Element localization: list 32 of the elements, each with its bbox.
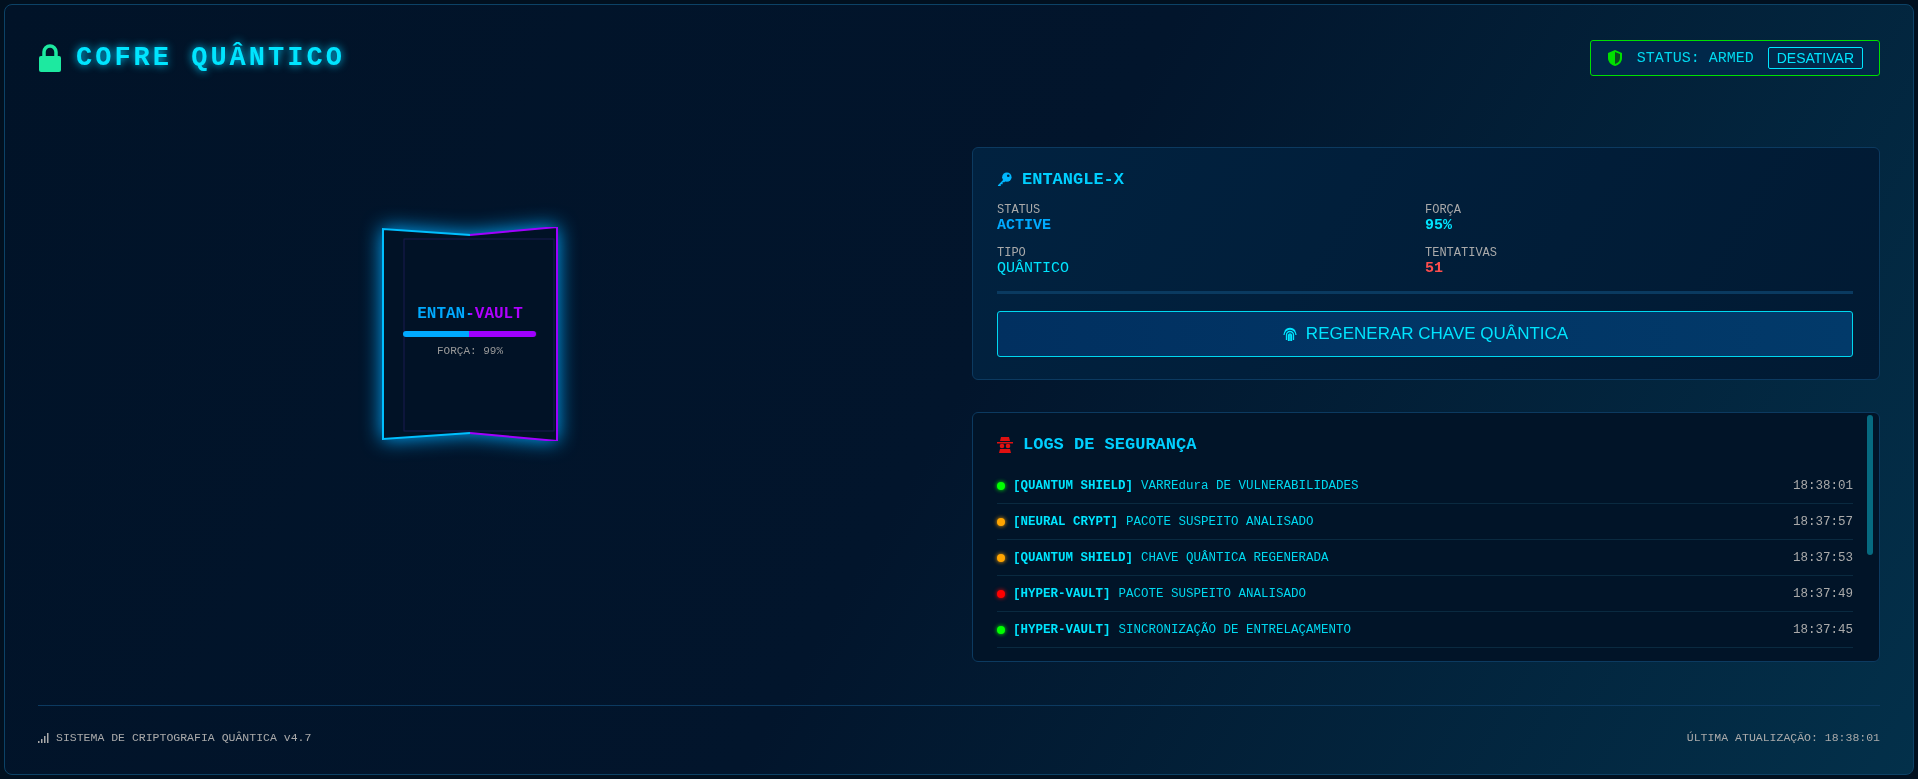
log-time: 18:37:45 bbox=[1793, 622, 1853, 637]
field-label: FORÇA bbox=[1425, 203, 1462, 217]
last-update: ÚLTIMA ATUALIZAÇÃO: 18:38:01 bbox=[1686, 731, 1880, 744]
log-message: PACOTE SUSPEITO ANALISADO bbox=[1118, 586, 1308, 601]
log-message: PACOTE SUSPEITO ANALISADO bbox=[1126, 514, 1315, 529]
page-title: COFRE QUÂNTICO bbox=[76, 43, 345, 73]
log-source: [QUANTUM SHIELD] bbox=[1013, 478, 1134, 493]
log-time: 18:37:53 bbox=[1793, 550, 1853, 565]
log-message: VARREdura DE VULNERABILIDADES bbox=[1141, 478, 1360, 493]
log-source: [QUANTUM SHIELD] bbox=[1013, 550, 1134, 565]
field-label: STATUS bbox=[997, 203, 1042, 217]
field-value: ACTIVE bbox=[997, 217, 1052, 234]
field-label: TENTATIVAS bbox=[1425, 246, 1498, 260]
log-time: 18:37:57 bbox=[1793, 514, 1853, 529]
field-value: QUÂNTICO bbox=[997, 260, 1070, 277]
field-value: 51 bbox=[1425, 260, 1444, 277]
logs-title: LOGS DE SEGURANÇA bbox=[1023, 435, 1197, 454]
deactivate-button[interactable]: DESATIVAR bbox=[1767, 47, 1863, 69]
key-title: ENTANGLE-X bbox=[1022, 170, 1125, 189]
log-source: [HYPER-VAULT] bbox=[1013, 586, 1111, 601]
field-label: TIPO bbox=[997, 246, 1026, 260]
log-time: 18:38:01 bbox=[1793, 478, 1853, 493]
log-message: CHAVE QUÂNTICA REGENERADA bbox=[1141, 550, 1330, 565]
log-source: [NEURAL CRYPT] bbox=[1013, 514, 1119, 529]
vault-strength: FORÇA: 99% bbox=[437, 345, 503, 357]
log-message: SINCRONIZAÇÃO DE ENTRELAÇAMENTO bbox=[1118, 622, 1353, 637]
regenerate-button[interactable]: REGENERAR CHAVE QUÂNTICA bbox=[997, 311, 1853, 357]
field-value: 95% bbox=[1425, 217, 1453, 234]
system-version: SISTEMA DE CRIPTOGRAFIA QUÂNTICA v4.7 bbox=[56, 731, 312, 744]
log-source: [HYPER-VAULT] bbox=[1013, 622, 1111, 637]
status-text: STATUS: ARMED bbox=[1636, 49, 1754, 67]
log-time: 18:37:49 bbox=[1793, 586, 1853, 601]
